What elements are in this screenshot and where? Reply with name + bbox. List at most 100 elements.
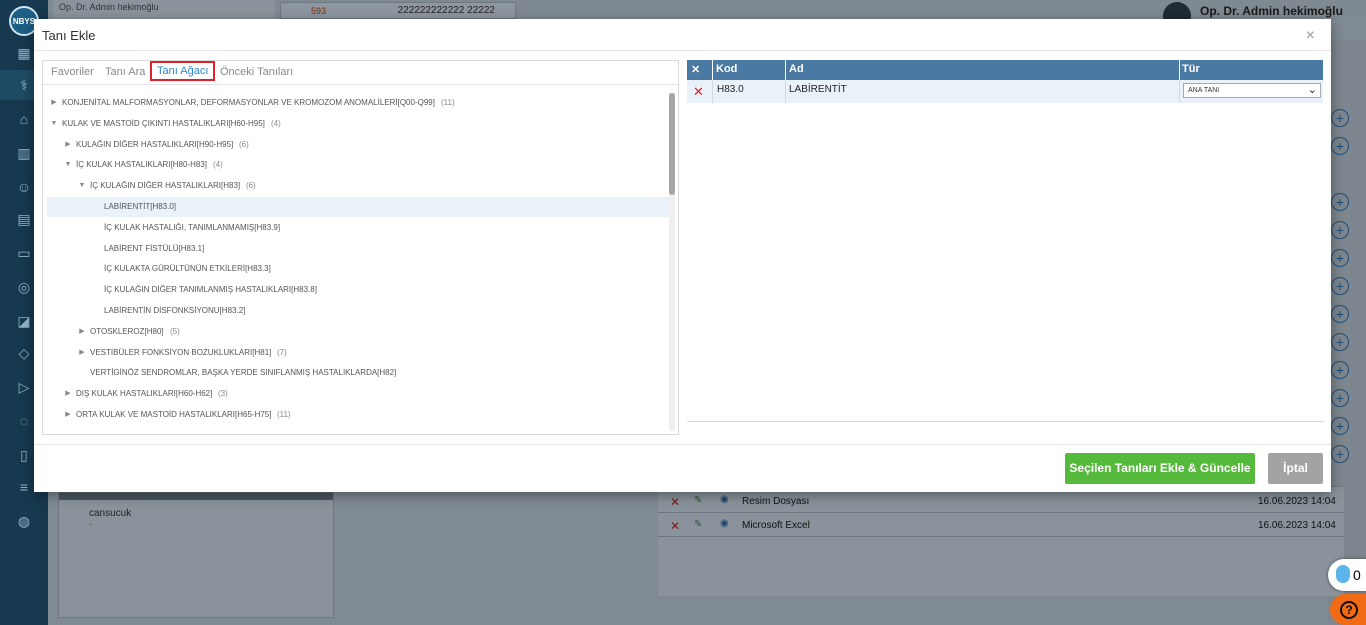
tab-search[interactable]: Tanı Ara (105, 66, 145, 78)
add-icon[interactable]: + (1331, 109, 1349, 127)
add-icon[interactable]: + (1331, 445, 1349, 463)
tree-node[interactable]: ▼ KULAK VE MASTOİD ÇIKINTI HASTALIKLARI[H… (47, 114, 669, 134)
delete-icon[interactable]: ✕ (670, 495, 680, 509)
tab-diagnosis-tree[interactable]: Tanı Ağacı (150, 61, 216, 81)
selected-diagnoses-panel: ✕ Kod Ad Tür ✕ H83.0 LABİRENTİT ANA TANI… (687, 60, 1324, 422)
add-icon[interactable]: + (1331, 389, 1349, 407)
calendar-icon[interactable]: ▤ (14, 210, 34, 228)
tree-node-count: (5) (170, 326, 180, 336)
tree-scrollbar[interactable] (669, 93, 675, 431)
row-divider (1179, 80, 1180, 103)
tree-node-count: (4) (271, 118, 281, 128)
tree-node-label: KULAK VE MASTOİD ÇIKINTI HASTALIKLARI[H6… (62, 118, 265, 128)
diagnosis-modal: Tanı Ekle × Favoriler Tanı Ara Tanı Ağac… (34, 19, 1331, 492)
tree-node[interactable]: ▼ İÇ KULAK HASTALIKLARI[H80-H83] (4) (47, 155, 669, 175)
bg-patient-search[interactable]: 593 222222222222 22222 (280, 2, 516, 19)
caret-down-icon[interactable]: ▼ (78, 176, 86, 196)
add-icon[interactable]: + (1331, 193, 1349, 211)
tree-node[interactable]: LABİRENT FİSTÜLÜ[H83.1] (47, 239, 669, 259)
caret-right-icon[interactable]: ▶ (64, 135, 72, 155)
tree-node[interactable]: VERTİGİNÖZ SENDROMLAR, BAŞKA YERDE SINIF… (47, 363, 669, 383)
add-icon[interactable]: + (1331, 277, 1349, 295)
tree-node-label: LABİRENT FİSTÜLÜ[H83.1] (104, 243, 205, 253)
tree-node-label: İÇ KULAKTA GÜRÜLTÜNÜN ETKİLERİ[H83.3] (104, 264, 271, 274)
tab-favorites[interactable]: Favoriler (51, 66, 94, 78)
video-icon[interactable]: ▷ (14, 378, 34, 396)
tree-node[interactable]: ▶ ORTA KULAK VE MASTOİD HASTALIKLARI[H65-… (47, 405, 669, 425)
table-row[interactable]: ✕ H83.0 LABİRENTİT ANA TANI ⌄ (687, 80, 1323, 103)
tree-node[interactable]: İÇ KULAKTA GÜRÜLTÜNÜN ETKİLERİ[H83.3] (47, 259, 669, 279)
sliders-icon[interactable]: ≡ (14, 478, 34, 496)
tree-node-label: LABİRENTİN DİSFONKSİYONU[H83.2] (104, 306, 246, 315)
eye-icon[interactable]: ◉ (720, 518, 729, 529)
close-icon[interactable]: × (1306, 28, 1315, 44)
add-icon[interactable]: + (1331, 417, 1349, 435)
cancel-button[interactable]: İptal (1268, 453, 1323, 484)
footer-divider (34, 444, 1331, 445)
caret-down-icon[interactable]: ▼ (50, 114, 58, 134)
diagnosis-type-select[interactable]: ANA TANI ⌄ (1183, 83, 1321, 98)
tree-node[interactable]: ▶ OTOSKLEROZ[H80] (5) (47, 322, 669, 342)
tree-node-count: (11) (277, 410, 291, 419)
tree-node[interactable]: ▶ VESTİBÜLER FONKSİYON BOZUKLUKLARI[H81] (… (47, 343, 669, 363)
cash-icon[interactable]: ▭ (14, 244, 34, 262)
tree-node-label: İÇ KULAĞIN DİĞER HASTALIKLARI[H83] (90, 181, 241, 191)
caret-right-icon[interactable]: ▶ (64, 384, 72, 404)
tab-previous-diagnoses[interactable]: Önceki Tanıları (220, 66, 293, 78)
tree-node-label: OTOSKLEROZ[H80] (90, 326, 164, 336)
tab-bar: Favoriler Tanı Ara Tanı Ağacı Önceki Tan… (43, 61, 678, 85)
tree-node-count: (4) (213, 160, 223, 170)
help-button[interactable]: ? (1330, 594, 1366, 625)
file-row[interactable]: ✕ ✎ ◉ Microsoft Excel 16.06.2023 14:04 (658, 514, 1344, 537)
add-icon[interactable]: + (1331, 305, 1349, 323)
chat-icon[interactable]: ◌ (14, 412, 34, 430)
caret-down-icon[interactable]: ▼ (64, 155, 72, 175)
tree-node[interactable]: LABİRENTİN DİSFONKSİYONU[H83.2] (47, 301, 669, 321)
header-divider (712, 60, 713, 80)
header-type[interactable]: Tür (1182, 63, 1200, 75)
edit-icon[interactable]: ✎ (694, 495, 702, 506)
tree-node-count: (6) (239, 139, 249, 149)
tree-node[interactable]: ▶ KULAĞIN DİĞER HASTALIKLARI[H90-H95] (6) (47, 135, 669, 155)
messages-icon[interactable]: ◍ (14, 512, 34, 530)
stethoscope-icon[interactable]: ⚕ (14, 76, 34, 94)
bg-patient-card-header (59, 493, 333, 500)
add-icon[interactable]: + (1331, 361, 1349, 379)
edit-icon[interactable]: ✎ (694, 519, 702, 530)
tag-icon[interactable]: ◇ (14, 344, 34, 362)
dashboard-icon[interactable]: ▦ (14, 44, 34, 62)
user-name: Op. Dr. Admin hekimoğlu (1200, 4, 1343, 18)
caret-right-icon[interactable]: ▶ (78, 322, 86, 342)
chart-user-icon[interactable]: ◪ (14, 312, 34, 330)
add-update-diagnoses-button[interactable]: Seçilen Tanıları Ekle & Güncelle (1065, 453, 1255, 484)
scrollbar-thumb[interactable] (669, 93, 675, 195)
add-icon[interactable]: + (1331, 137, 1349, 155)
tree-node[interactable]: LABİRENTİT[H83.0] (47, 197, 669, 217)
assistant-widget[interactable]: 0 (1328, 559, 1366, 591)
caret-right-icon[interactable]: ▶ (78, 343, 86, 363)
patient-bed-icon[interactable]: ⌂ (14, 110, 34, 128)
file-date: 16.06.2023 14:04 (1258, 496, 1336, 507)
file-row[interactable]: ✕ ✎ ◉ Resim Dosyası 16.06.2023 14:04 (658, 490, 1344, 513)
tree-node[interactable]: ▼ İÇ KULAĞIN DİĞER HASTALIKLARI[H83] (6) (47, 176, 669, 196)
document-icon[interactable]: ▯ (14, 446, 34, 464)
delete-icon[interactable]: ✕ (693, 84, 704, 100)
caret-right-icon[interactable]: ▶ (64, 405, 72, 425)
tree-node[interactable]: ▶ DIŞ KULAK HASTALIKLARI[H60-H62] (3) (47, 384, 669, 404)
tree-node-label: ORTA KULAK VE MASTOİD HASTALIKLARI[H65-H… (76, 410, 272, 419)
add-icon[interactable]: + (1331, 333, 1349, 351)
header-name[interactable]: Ad (789, 63, 804, 75)
tree-node[interactable]: İÇ KULAK HASTALIĞI, TANIMLANMAMIŞ[H83.9] (47, 218, 669, 238)
tree-node[interactable]: ▶ KONJENİTAL MALFORMASYONLAR, DEFORMASYON… (47, 93, 669, 113)
barcode-icon[interactable]: ▥ (14, 144, 34, 162)
caret-right-icon[interactable]: ▶ (50, 93, 58, 113)
delete-icon[interactable]: ✕ (670, 519, 680, 533)
add-icon[interactable]: + (1331, 249, 1349, 267)
eye-icon[interactable]: ◉ (720, 494, 729, 505)
tree-node[interactable]: İÇ KULAĞIN DİĞER TANIMLANMIŞ HASTALIKLAR… (47, 280, 669, 300)
pills-icon[interactable]: ◎ (14, 278, 34, 296)
doctor-icon[interactable]: ☺ (14, 178, 34, 196)
header-divider (785, 60, 786, 80)
add-icon[interactable]: + (1331, 221, 1349, 239)
header-code[interactable]: Kod (716, 63, 737, 75)
